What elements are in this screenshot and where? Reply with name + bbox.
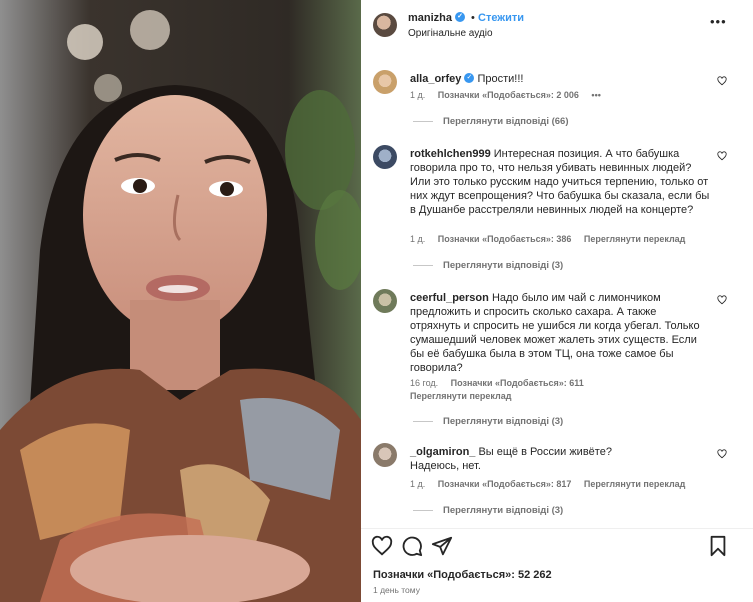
post-header: manizha ✓ • Стежити Оригінальне аудіо ••• [361, 0, 753, 50]
comment-likes[interactable]: Позначки «Подобається»: 2 006 [438, 90, 579, 100]
view-replies-button[interactable]: Переглянути відповіді (3) [413, 505, 563, 516]
commenter-username[interactable]: rotkehlchen999 [410, 148, 491, 160]
comment-text: ceerful_person Надо было им чай с лимонч… [410, 291, 710, 375]
post-video[interactable] [0, 0, 361, 602]
replies-line [413, 420, 433, 422]
comment-likes[interactable]: Позначки «Подобається»: 817 [438, 479, 572, 489]
verified-icon: ✓ [464, 73, 475, 84]
translate-button[interactable]: Переглянути переклад [410, 391, 511, 401]
comment-options-icon[interactable]: ••• [591, 90, 600, 100]
comment-likes[interactable]: Позначки «Подобається»: 611 [451, 378, 584, 388]
separator-dot: • [471, 12, 475, 24]
more-icon[interactable]: ••• [710, 15, 727, 28]
follow-button[interactable]: Стежити [478, 12, 524, 24]
comment-time[interactable]: 1 д. [410, 479, 425, 489]
replies-line [413, 264, 433, 266]
share-icon[interactable] [431, 535, 453, 557]
commenter-username[interactable]: _olgamiron_ [410, 446, 475, 458]
commenter-avatar[interactable] [373, 443, 397, 467]
view-replies-label[interactable]: Переглянути відповіді (3) [443, 260, 563, 271]
comment-meta-extra: Переглянути переклад [410, 391, 521, 401]
commenter-username[interactable]: ceerful_person [410, 292, 489, 304]
replies-line [413, 120, 433, 122]
comment-body: Прости!!! [477, 73, 524, 85]
translate-button[interactable]: Переглянути переклад [584, 479, 685, 489]
view-replies-button[interactable]: Переглянути відповіді (3) [413, 260, 563, 271]
heart-icon[interactable] [717, 76, 727, 86]
commenter-avatar[interactable] [373, 145, 397, 169]
author-avatar[interactable] [373, 13, 397, 37]
comment-time[interactable]: 16 год. [410, 378, 438, 388]
author-username-text[interactable]: manizha [408, 12, 452, 24]
view-replies-label[interactable]: Переглянути відповіді (66) [443, 116, 569, 127]
action-bar [361, 535, 753, 559]
video-frame-illustration [0, 0, 361, 602]
commenter-avatar[interactable] [373, 289, 397, 313]
comment-meta: 1 д. Позначки «Подобається»: 386 Перегля… [410, 234, 695, 244]
comment-body: Вы ещё в России живёте? [478, 446, 612, 458]
comment-text: _olgamiron_ Вы ещё в России живёте? Наде… [410, 445, 710, 473]
commenter-avatar[interactable] [373, 70, 397, 94]
comments-list[interactable]: alla_orfey ✓ Прости!!! 1 д. Позначки «Под… [361, 50, 753, 528]
comment-icon[interactable] [401, 535, 423, 557]
post-likes-count[interactable]: Позначки «Подобається»: 52 262 [373, 569, 552, 581]
heart-icon[interactable] [371, 535, 393, 557]
comment-body-line2: Надеюсь, нет. [410, 460, 481, 472]
replies-line [413, 509, 433, 511]
view-replies-label[interactable]: Переглянути відповіді (3) [443, 416, 563, 427]
bookmark-icon[interactable] [707, 535, 729, 557]
instagram-post: manizha ✓ • Стежити Оригінальне аудіо •••… [0, 0, 753, 602]
heart-icon[interactable] [717, 449, 727, 459]
translate-button[interactable]: Переглянути переклад [584, 234, 685, 244]
post-side-panel: manizha ✓ • Стежити Оригінальне аудіо •••… [361, 0, 753, 602]
view-replies-label[interactable]: Переглянути відповіді (3) [443, 505, 563, 516]
comment-meta: 16 год. Позначки «Подобається»: 611 [410, 378, 594, 388]
comment-time[interactable]: 1 д. [410, 234, 425, 244]
heart-icon[interactable] [717, 151, 727, 161]
comment-likes[interactable]: Позначки «Подобається»: 386 [438, 234, 572, 244]
comment-text: alla_orfey ✓ Прости!!! [410, 72, 710, 86]
verified-icon: ✓ [455, 12, 466, 23]
comment-body: Надо было им чай с лимончиком предложить… [410, 292, 700, 374]
post-time[interactable]: 1 день тому [373, 585, 420, 595]
comment-text: rotkehlchen999 Интересная позиция. А что… [410, 147, 710, 217]
divider [361, 528, 753, 529]
heart-icon[interactable] [717, 295, 727, 305]
comment-time[interactable]: 1 д. [410, 90, 425, 100]
audio-label[interactable]: Оригінальне аудіо [408, 28, 493, 39]
author-username[interactable]: manizha ✓ [408, 12, 466, 24]
comment-meta: 1 д. Позначки «Подобається»: 2 006 ••• [410, 90, 611, 100]
comment-meta: 1 д. Позначки «Подобається»: 817 Перегля… [410, 479, 695, 489]
commenter-username[interactable]: alla_orfey [410, 73, 461, 85]
view-replies-button[interactable]: Переглянути відповіді (3) [413, 416, 563, 427]
view-replies-button[interactable]: Переглянути відповіді (66) [413, 116, 569, 127]
